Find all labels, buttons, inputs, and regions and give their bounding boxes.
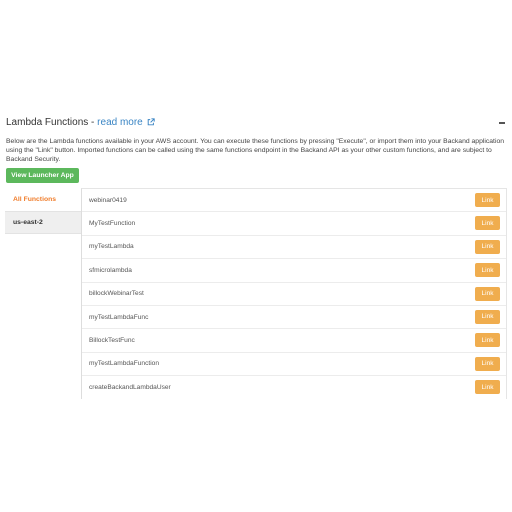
region-item-us-east-2[interactable]: us-east-2 bbox=[5, 211, 81, 234]
list-item: sfmicrolambda Link bbox=[82, 259, 506, 283]
read-more-label: read more bbox=[97, 117, 143, 128]
read-more-link[interactable]: read more bbox=[97, 117, 155, 128]
link-button[interactable]: Link bbox=[475, 356, 500, 371]
link-button[interactable]: Link bbox=[475, 239, 500, 254]
function-name: myTestLambdaFunc bbox=[89, 313, 149, 321]
list-item: myTestLambda Link bbox=[82, 236, 506, 260]
region-sidebar: All Functions us-east-2 bbox=[5, 188, 81, 234]
title-separator: - bbox=[88, 117, 98, 128]
function-name: myTestLambda bbox=[89, 243, 134, 251]
link-button[interactable]: Link bbox=[475, 333, 500, 348]
link-button[interactable]: Link bbox=[475, 193, 500, 207]
list-item: createBackandLambdaUser Link bbox=[82, 376, 506, 399]
function-name: myTestLambdaFunction bbox=[89, 360, 159, 368]
link-button[interactable]: Link bbox=[475, 216, 500, 231]
function-name: sfmicrolambda bbox=[89, 266, 132, 274]
panel-title: Lambda Functions - read more bbox=[6, 117, 155, 128]
function-name: createBackandLambdaUser bbox=[89, 383, 171, 391]
function-name: webinar0419 bbox=[89, 196, 127, 204]
view-launcher-app-button[interactable]: View Launcher App bbox=[6, 168, 79, 183]
region-item-all-functions[interactable]: All Functions bbox=[5, 188, 81, 211]
function-name: BillockTestFunc bbox=[89, 337, 135, 345]
function-name: billockWebinarTest bbox=[89, 290, 144, 298]
panel-description: Below are the Lambda functions available… bbox=[6, 138, 505, 163]
link-button[interactable]: Link bbox=[475, 286, 500, 301]
link-button[interactable]: Link bbox=[475, 309, 500, 324]
panel-title-text: Lambda Functions bbox=[6, 117, 89, 128]
list-item: myTestLambdaFunc Link bbox=[82, 306, 506, 330]
list-item: BillockTestFunc Link bbox=[82, 329, 506, 353]
collapse-panel-button[interactable] bbox=[498, 117, 506, 127]
external-link-icon bbox=[147, 118, 155, 126]
link-button[interactable]: Link bbox=[475, 380, 500, 395]
list-item: billockWebinarTest Link bbox=[82, 283, 506, 306]
list-item: myTestLambdaFunction Link bbox=[82, 353, 506, 377]
function-name: MyTestFunction bbox=[89, 220, 136, 228]
list-item: MyTestFunction Link bbox=[82, 212, 506, 236]
link-button[interactable]: Link bbox=[475, 263, 500, 278]
functions-list: webinar0419 Link MyTestFunction Link myT… bbox=[81, 188, 507, 399]
panel-header: Lambda Functions - read more bbox=[6, 117, 508, 133]
list-item: webinar0419 Link bbox=[82, 189, 506, 213]
